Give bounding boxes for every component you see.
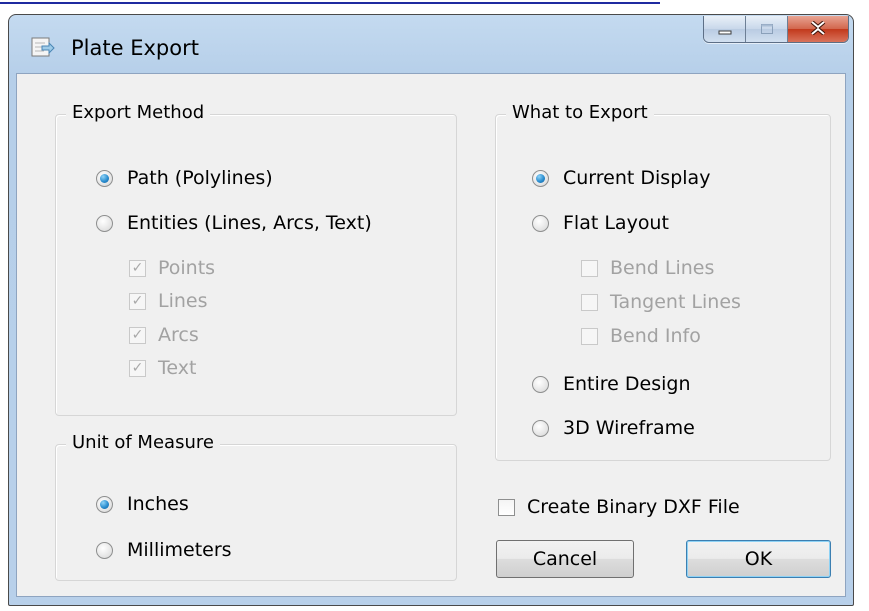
check-icon[interactable]: ✓ xyxy=(129,292,146,310)
export-method-group: Export Method Path (Polylines) Entities … xyxy=(55,102,457,416)
dialog-client-area: Export Method Path (Polylines) Entities … xyxy=(16,73,846,597)
radio-indicator[interactable] xyxy=(96,541,113,559)
radio-millimeters[interactable]: Millimeters xyxy=(96,539,232,561)
radio-label: Millimeters xyxy=(127,539,232,561)
radio-path-polylines[interactable]: Path (Polylines) xyxy=(96,167,273,189)
checkbox-box[interactable] xyxy=(581,327,598,345)
checkbox-bend-lines[interactable]: Bend Lines xyxy=(581,257,714,279)
radio-label: Current Display xyxy=(563,167,711,189)
what-to-export-group: What to Export Current Display Flat Layo… xyxy=(495,102,831,461)
window-title: Plate Export xyxy=(71,36,199,60)
checkbox-lines[interactable]: ✓ Lines xyxy=(129,290,208,312)
maximize-button[interactable] xyxy=(746,16,788,42)
checkbox-bend-info[interactable]: Bend Info xyxy=(581,325,701,347)
checkbox-label: Text xyxy=(158,357,197,379)
plate-export-dialog: Plate Export Export Method Path (Polylin… xyxy=(8,14,854,606)
checkbox-box[interactable] xyxy=(581,293,598,311)
radio-indicator[interactable] xyxy=(532,419,549,437)
radio-indicator[interactable] xyxy=(532,214,549,232)
radio-label: Inches xyxy=(127,493,189,515)
radio-indicator[interactable] xyxy=(532,375,549,393)
radio-inches[interactable]: Inches xyxy=(96,493,189,515)
checkbox-label: Arcs xyxy=(158,324,199,346)
checkbox-binary-dxf[interactable]: Create Binary DXF File xyxy=(498,496,740,518)
check-icon[interactable]: ✓ xyxy=(129,326,146,344)
radio-label: Entire Design xyxy=(563,373,691,395)
what-to-export-legend: What to Export xyxy=(506,102,654,123)
cancel-button[interactable]: Cancel xyxy=(496,540,634,578)
minimize-icon xyxy=(718,20,732,39)
checkbox-arcs[interactable]: ✓ Arcs xyxy=(129,324,199,346)
ok-button[interactable]: OK xyxy=(686,540,831,578)
check-icon[interactable]: ✓ xyxy=(129,259,146,277)
top-border-line xyxy=(0,2,660,4)
checkbox-points[interactable]: ✓ Points xyxy=(129,257,215,279)
checkbox-label: Bend Info xyxy=(610,325,701,347)
checkbox-tangent-lines[interactable]: Tangent Lines xyxy=(581,291,741,313)
check-icon[interactable]: ✓ xyxy=(129,359,146,377)
close-button[interactable] xyxy=(788,16,848,42)
unit-of-measure-group: Unit of Measure Inches Millimeters xyxy=(55,432,457,581)
radio-indicator[interactable] xyxy=(96,214,113,232)
checkbox-label: Bend Lines xyxy=(610,257,715,279)
radio-flat-layout[interactable]: Flat Layout xyxy=(532,212,669,234)
radio-label: Flat Layout xyxy=(563,212,669,234)
checkbox-label: Create Binary DXF File xyxy=(527,496,740,518)
radio-entire-design[interactable]: Entire Design xyxy=(532,373,691,395)
checkbox-text[interactable]: ✓ Text xyxy=(129,357,196,379)
radio-indicator[interactable] xyxy=(96,169,113,187)
minimize-button[interactable] xyxy=(704,16,746,42)
title-bar[interactable]: Plate Export xyxy=(9,15,853,75)
close-icon xyxy=(810,19,826,39)
radio-current-display[interactable]: Current Display xyxy=(532,167,710,189)
checkbox-label: Tangent Lines xyxy=(610,291,741,313)
checkbox-label: Points xyxy=(158,257,216,279)
checkbox-box[interactable] xyxy=(498,498,515,516)
export-window-icon xyxy=(31,37,55,61)
checkbox-box[interactable] xyxy=(581,259,598,277)
unit-of-measure-legend: Unit of Measure xyxy=(66,432,220,453)
radio-label: Entities (Lines, Arcs, Text) xyxy=(127,212,372,234)
radio-label: Path (Polylines) xyxy=(127,167,273,189)
radio-label: 3D Wireframe xyxy=(563,417,695,439)
checkbox-label: Lines xyxy=(158,290,208,312)
export-method-legend: Export Method xyxy=(66,102,211,123)
radio-3d-wireframe[interactable]: 3D Wireframe xyxy=(532,417,695,439)
caption-buttons xyxy=(703,16,849,43)
maximize-icon xyxy=(760,20,774,39)
radio-indicator[interactable] xyxy=(96,495,113,513)
radio-indicator[interactable] xyxy=(532,169,549,187)
radio-entities[interactable]: Entities (Lines, Arcs, Text) xyxy=(96,212,372,234)
